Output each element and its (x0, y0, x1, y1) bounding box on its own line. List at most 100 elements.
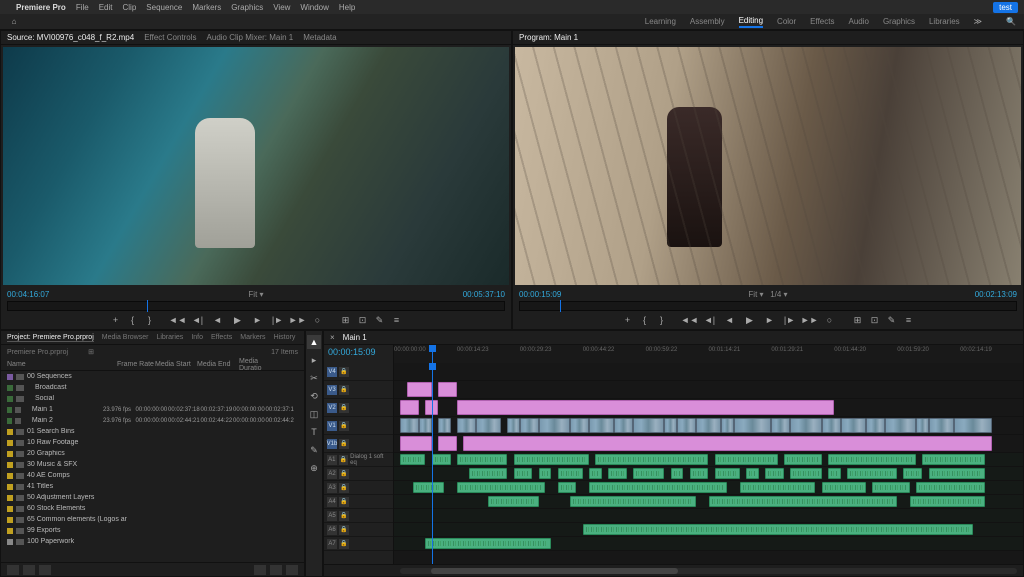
project-row[interactable]: 100 Paperwork (1, 536, 304, 547)
track-target-toggle[interactable]: A6 (327, 525, 337, 535)
video-clip[interactable] (400, 400, 419, 415)
project-row[interactable]: 30 Music & SFX (1, 459, 304, 470)
audio-clip[interactable] (514, 454, 589, 465)
audio-clip[interactable] (457, 454, 507, 465)
video-clip[interactable] (570, 418, 589, 433)
project-row[interactable]: Main 223.976 fps00:00:00:0000:02:44:2100… (1, 415, 304, 426)
video-clip[interactable] (457, 418, 476, 433)
track-lock-icon[interactable]: 🔒 (339, 483, 349, 493)
track-lane[interactable] (394, 481, 1023, 495)
source-play-icon[interactable]: ▶ (231, 313, 245, 327)
audio-clip[interactable] (558, 468, 583, 479)
freeform-view-icon[interactable] (39, 565, 51, 575)
video-clip[interactable] (438, 382, 457, 397)
audio-clip[interactable] (903, 468, 922, 479)
timeline-tracks-area[interactable] (394, 363, 1023, 564)
track-lane[interactable] (394, 453, 1023, 467)
video-clip[interactable] (419, 418, 432, 433)
video-clip[interactable] (696, 418, 721, 433)
track-header[interactable]: A6🔒 (324, 523, 393, 537)
video-clip[interactable] (771, 418, 790, 433)
track-lane[interactable] (394, 537, 1023, 551)
audio-clip[interactable] (539, 468, 552, 479)
program-play-icon[interactable]: ▶ (743, 313, 757, 327)
source-playhead[interactable] (147, 300, 148, 312)
video-clip[interactable] (734, 418, 772, 433)
source-fit-dropdown[interactable]: Fit (248, 290, 257, 299)
menu-file[interactable]: File (76, 3, 89, 12)
video-clip[interactable] (822, 418, 841, 433)
track-target-toggle[interactable]: V1 (327, 421, 337, 431)
audio-clip[interactable] (790, 468, 821, 479)
audio-clip[interactable] (488, 496, 538, 507)
audio-clip[interactable] (558, 482, 577, 493)
source-scrubber[interactable] (7, 301, 505, 311)
project-row[interactable]: 41 Titles (1, 481, 304, 492)
source-step-back-icon[interactable]: ◄| (191, 313, 205, 327)
video-clip[interactable] (633, 418, 664, 433)
video-clip[interactable] (929, 418, 954, 433)
timeline-zoom[interactable] (394, 565, 1023, 576)
source-viewport[interactable] (3, 47, 509, 285)
track-lock-icon[interactable]: 🔒 (339, 439, 349, 449)
track-lane[interactable] (394, 495, 1023, 509)
tab-info[interactable]: Info (191, 334, 203, 341)
menu-view[interactable]: View (273, 3, 290, 12)
audio-clip[interactable] (570, 496, 696, 507)
project-row[interactable]: 40 AE Comps (1, 470, 304, 481)
tab-libraries[interactable]: Libraries (156, 334, 183, 341)
audio-clip[interactable] (595, 454, 708, 465)
program-export-frame-icon[interactable]: ✎ (885, 313, 899, 327)
program-mark-out-icon[interactable]: } (655, 313, 669, 327)
audio-clip[interactable] (715, 468, 740, 479)
source-goto-in-icon[interactable]: ◄◄ (171, 313, 185, 327)
timeline-playhead-timecode[interactable]: 00:00:15:09 (328, 347, 389, 357)
audio-clip[interactable] (608, 468, 627, 479)
menu-edit[interactable]: Edit (99, 3, 113, 12)
video-clip[interactable] (721, 418, 734, 433)
menu-graphics[interactable]: Graphics (231, 3, 263, 12)
program-step-fwd-icon[interactable]: |► (783, 313, 797, 327)
track-lock-icon[interactable]: 🔒 (339, 497, 349, 507)
video-clip[interactable] (885, 418, 916, 433)
program-settings-icon[interactable]: ≡ (902, 313, 916, 327)
program-goto-in-icon[interactable]: ◄◄ (683, 313, 697, 327)
project-list[interactable]: 00 SequencesBroadcastSocialMain 123.976 … (1, 371, 304, 562)
program-loop-icon[interactable]: ○ (823, 313, 837, 327)
video-clip[interactable] (589, 418, 614, 433)
track-header[interactable]: A1🔒Dialog 1 soft eq (324, 453, 393, 467)
audio-clip[interactable] (633, 468, 664, 479)
video-clip[interactable] (954, 418, 992, 433)
source-loop-icon[interactable]: ○ (311, 313, 325, 327)
track-lane[interactable] (394, 523, 1023, 537)
col-media-end[interactable]: Media End (197, 361, 239, 368)
video-clip[interactable] (463, 436, 991, 451)
video-clip[interactable] (507, 418, 520, 433)
tab-effects[interactable]: Effects (211, 334, 232, 341)
source-add-marker-icon[interactable]: + (109, 313, 123, 327)
program-step-back-icon[interactable]: ◄| (703, 313, 717, 327)
track-lane[interactable] (394, 417, 1023, 435)
source-settings-icon[interactable]: ≡ (390, 313, 404, 327)
col-media-start[interactable]: Media Start (155, 361, 197, 368)
video-clip[interactable] (866, 418, 885, 433)
audio-clip[interactable] (828, 454, 916, 465)
menu-clip[interactable]: Clip (123, 3, 137, 12)
menu-help[interactable]: Help (339, 3, 355, 12)
program-play-forward-icon[interactable]: ► (763, 313, 777, 327)
track-lock-icon[interactable]: 🔒 (339, 385, 349, 395)
track-lock-icon[interactable]: 🔒 (339, 539, 349, 549)
track-target-toggle[interactable]: V2 (327, 403, 337, 413)
workspace-learning[interactable]: Learning (645, 17, 676, 26)
audio-clip[interactable] (872, 482, 910, 493)
video-clip[interactable] (400, 418, 419, 433)
audio-clip[interactable] (514, 468, 533, 479)
tab-program[interactable]: Program: Main 1 (519, 33, 578, 42)
audio-clip[interactable] (469, 468, 507, 479)
track-header[interactable]: A3🔒 (324, 481, 393, 495)
tab-effect-controls[interactable]: Effect Controls (144, 33, 196, 42)
audio-clip[interactable] (432, 454, 451, 465)
track-header[interactable]: V4🔒 (324, 363, 393, 381)
track-target-toggle[interactable]: V1b (327, 439, 337, 449)
audio-clip[interactable] (828, 468, 841, 479)
